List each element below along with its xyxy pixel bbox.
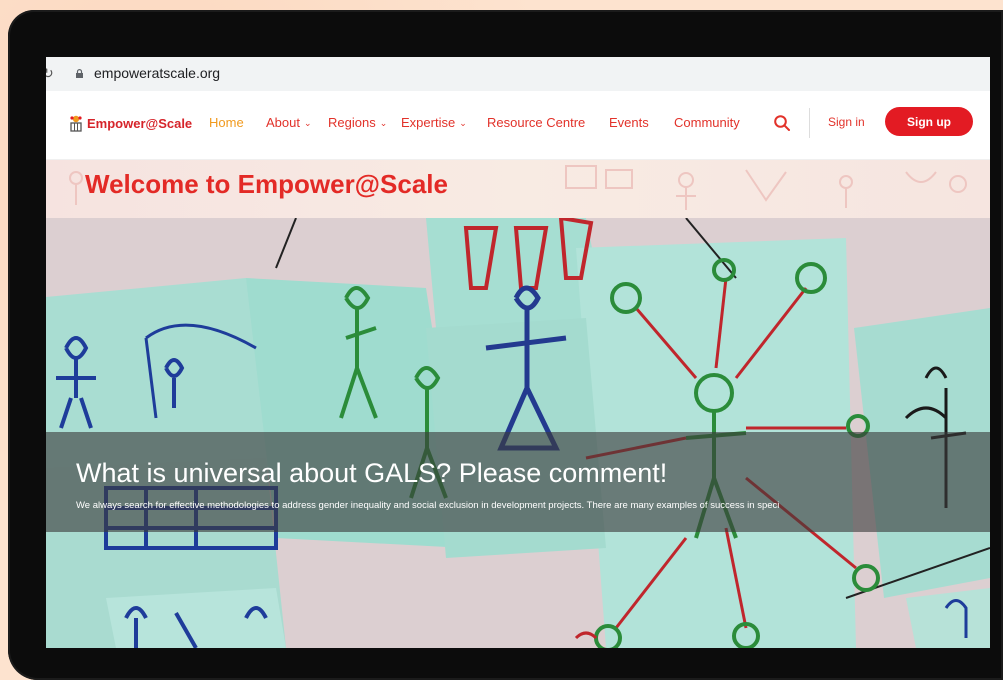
nav-events[interactable]: Events bbox=[609, 115, 649, 130]
nav-about-label: About bbox=[266, 115, 300, 130]
address-bar[interactable]: ↻ empoweratscale.org bbox=[46, 57, 990, 92]
welcome-title: Welcome to Empower@Scale bbox=[85, 169, 448, 199]
logo-text: Empower@Scale bbox=[87, 115, 193, 131]
nav-community-label: Community bbox=[674, 115, 740, 130]
hero-text: We always search for effective methodolo… bbox=[76, 500, 780, 511]
welcome-banner: Welcome to Empower@Scale bbox=[46, 160, 990, 218]
site-navbar: Empower@Scale Home About ⌄ Regions ⌄ Exper… bbox=[46, 91, 990, 160]
chevron-down-icon: ⌄ bbox=[459, 118, 467, 128]
nav-regions[interactable]: Regions ⌄ bbox=[328, 115, 387, 130]
reload-icon[interactable]: ↻ bbox=[46, 65, 54, 82]
nav-resource-centre[interactable]: Resource Centre bbox=[487, 115, 585, 130]
nav-divider bbox=[809, 108, 810, 138]
nav-resource-centre-label: Resource Centre bbox=[487, 115, 586, 130]
nav-regions-label: Regions bbox=[328, 115, 376, 130]
search-icon[interactable] bbox=[773, 114, 791, 132]
url-text[interactable]: empoweratscale.org bbox=[94, 65, 220, 81]
laptop-frame: ↻ empoweratscale.org Empower@Scale Home … bbox=[8, 10, 1003, 680]
hero-image: What is universal about GALS? Please com… bbox=[46, 218, 990, 648]
site-logo[interactable]: Empower@Scale bbox=[68, 114, 192, 132]
browser-screen: ↻ empoweratscale.org Empower@Scale Home … bbox=[46, 57, 990, 648]
nav-expertise-label: Expertise bbox=[401, 115, 456, 130]
chevron-down-icon: ⌄ bbox=[379, 118, 388, 128]
nav-events-label: Events bbox=[609, 115, 649, 130]
signup-button[interactable]: Sign up bbox=[885, 107, 973, 136]
nav-about[interactable]: About ⌄ bbox=[266, 115, 312, 130]
nav-home[interactable]: Home bbox=[209, 115, 244, 130]
signup-label: Sign up bbox=[907, 114, 951, 129]
signin-link[interactable]: Sign in bbox=[828, 115, 865, 129]
logo-mark-icon bbox=[70, 115, 82, 132]
nav-home-label: Home bbox=[209, 115, 244, 130]
hero-caption-bar: What is universal about GALS? Please com… bbox=[46, 432, 990, 532]
lock-icon bbox=[76, 69, 83, 78]
nav-community[interactable]: Community bbox=[674, 115, 740, 130]
hero-title[interactable]: What is universal about GALS? Please com… bbox=[76, 458, 667, 489]
nav-expertise[interactable]: Expertise ⌄ bbox=[401, 115, 467, 130]
chevron-down-icon: ⌄ bbox=[303, 118, 312, 128]
